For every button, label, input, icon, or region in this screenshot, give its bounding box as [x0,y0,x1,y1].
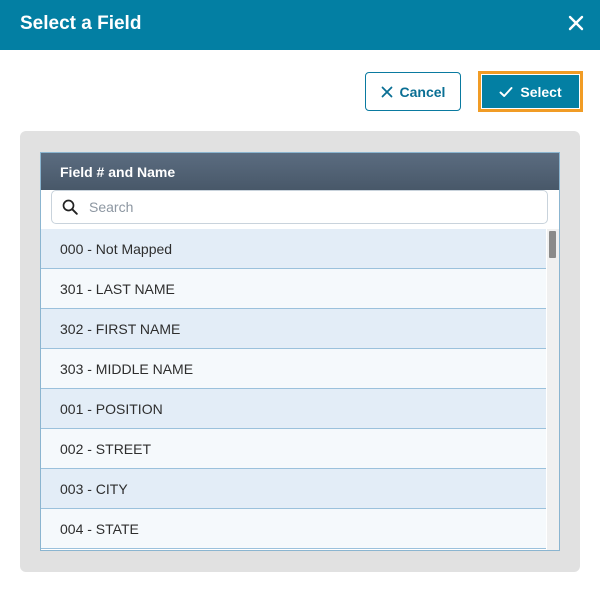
close-icon[interactable] [562,9,590,37]
search-icon [62,199,78,215]
list-item[interactable]: 003 - CITY [41,469,546,509]
select-button[interactable]: Select [482,75,579,108]
dialog-title: Select a Field [20,13,142,34]
list-item[interactable]: 303 - MIDDLE NAME [41,349,546,389]
list-item[interactable]: 002 - STREET [41,429,546,469]
search-box [51,190,548,224]
select-focus-outline: Select [478,71,583,112]
check-icon [499,86,513,98]
dialog-header: Select a Field [0,0,600,50]
list-item[interactable]: 302 - FIRST NAME [41,309,546,349]
x-icon [381,86,393,98]
search-bar [41,190,559,229]
column-header-field-name[interactable]: Field # and Name [41,153,559,190]
field-list: 000 - Not Mapped 301 - LAST NAME 302 - F… [41,229,546,549]
select-label: Select [520,83,562,100]
field-grid: Field # and Name 000 - Not Mapped 301 - … [40,152,560,551]
search-input[interactable] [87,198,531,216]
scrollbar-thumb[interactable] [549,231,556,258]
cancel-button[interactable]: Cancel [365,72,461,111]
select-field-dialog: Select a Field Cancel Select Field # and… [0,0,600,592]
cancel-label: Cancel [399,83,446,100]
list-scrollbar[interactable] [547,229,559,550]
list-item[interactable]: 001 - POSITION [41,389,546,429]
list-item[interactable]: 000 - Not Mapped [41,229,546,269]
list-item[interactable]: 301 - LAST NAME [41,269,546,309]
list-item[interactable]: 004 - STATE [41,509,546,549]
